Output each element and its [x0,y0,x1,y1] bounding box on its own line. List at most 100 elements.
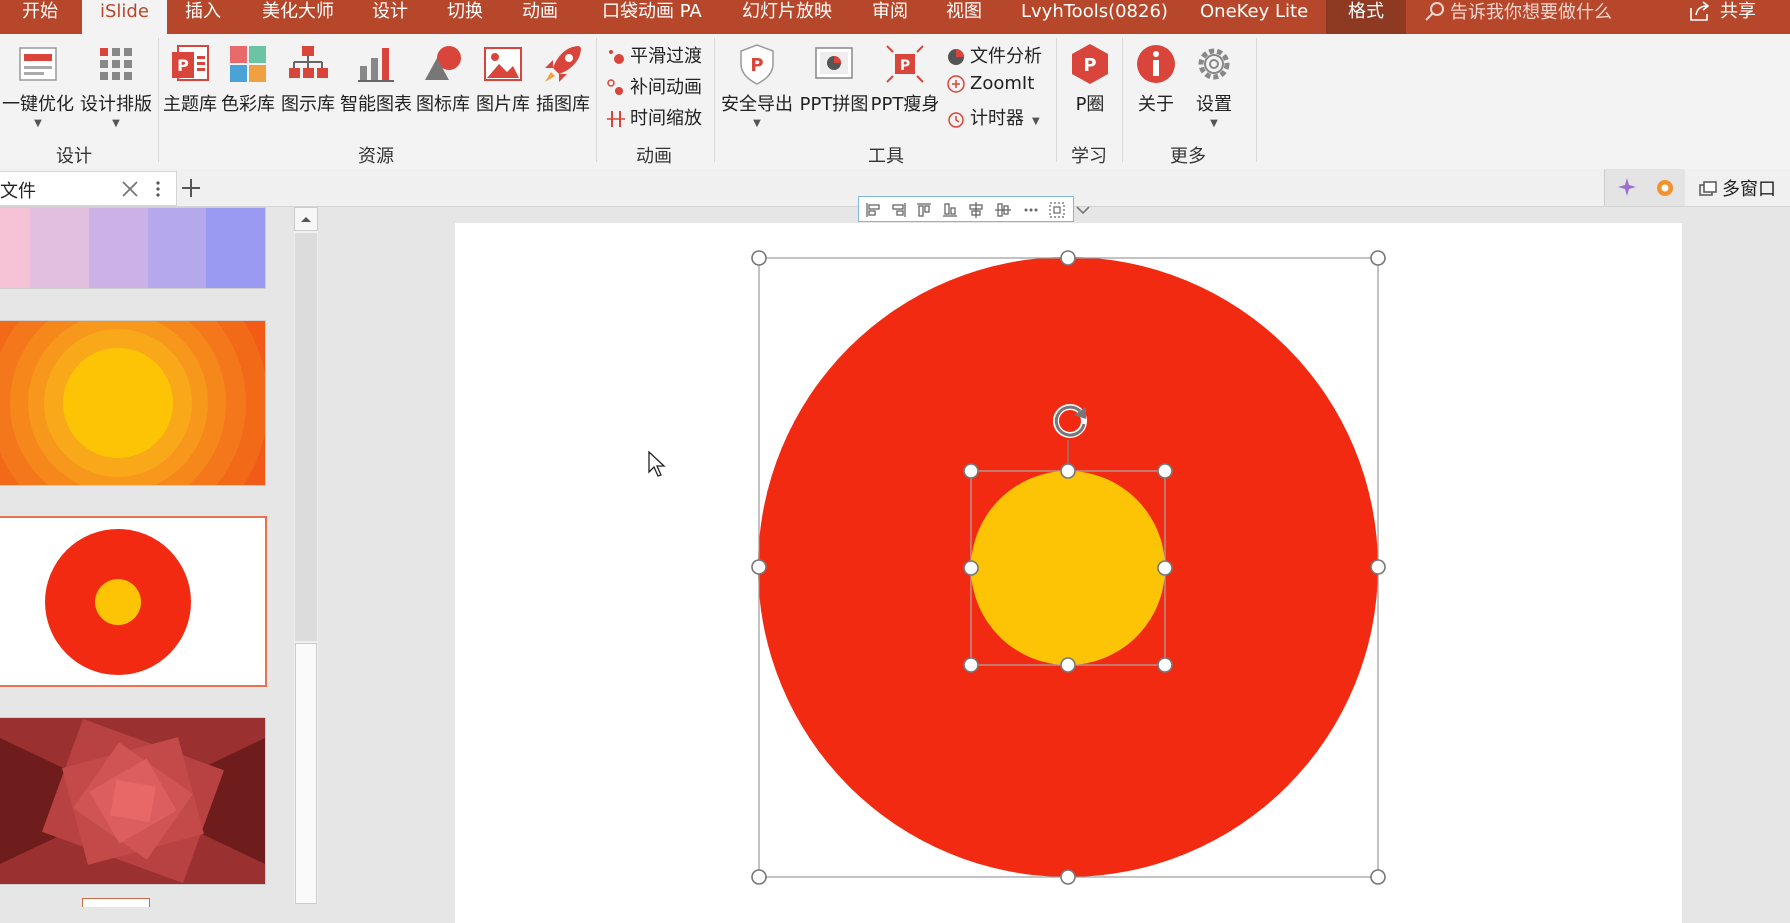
document-tab[interactable]: 文件 [0,171,177,206]
slide-number-tab [82,898,150,907]
ribbon-panel: 一键优化 ▼ 设计排版 ▼ 设计 P 主题库 色彩库 图示库 智能图表 图标库 … [0,34,1790,170]
theme-library-button[interactable]: P 主题库 [162,42,218,116]
slide-thumbnail-selected[interactable] [0,516,267,687]
multi-window-button[interactable]: 多窗口 [1698,175,1776,201]
align-icons [866,202,1065,218]
plus-icon[interactable] [180,177,202,199]
align-middle-icon[interactable] [995,203,1011,217]
addin-icons-group [1604,169,1685,206]
multi-window-label: 多窗口 [1722,179,1776,200]
tab-home[interactable]: 开始 [22,0,58,34]
gradient-stripes-thumbnail [0,208,265,288]
timer-button[interactable]: 计时器 ▼ [946,104,1040,130]
align-center-icon[interactable] [969,202,983,218]
smooth-transition-button[interactable]: 平滑过渡 [606,42,702,68]
p-circle-label: P圈 [1075,94,1105,115]
time-scale-label: 时间缩放 [630,108,702,129]
color-library-button[interactable]: 色彩库 [220,42,276,116]
zoomit-label: ZoomIt [970,73,1035,94]
tab-insert[interactable]: 插入 [185,0,221,34]
tween-animation-button[interactable]: 补间动画 [606,73,702,99]
ppt-slim-label: PPT瘦身 [870,94,940,115]
flower-icon[interactable] [1653,176,1677,200]
about-button[interactable]: 关于 [1128,42,1184,116]
shield-p-icon: P [740,44,774,85]
scroll-up-arrow[interactable] [294,207,318,231]
tab-transitions[interactable]: 切换 [447,0,483,34]
chevron-down-icon[interactable]: ▼ [76,118,156,129]
chevron-up-icon [301,217,311,222]
group-label-tools: 工具 [868,146,904,167]
about-label: 关于 [1138,94,1174,115]
sparkle-icon[interactable] [1615,176,1639,200]
p-circle-button[interactable]: P P圈 [1062,42,1118,116]
chevron-down-icon[interactable]: ▼ [0,118,76,129]
diagram-library-button[interactable]: 图示库 [278,42,338,116]
ppt-slim-button[interactable]: P PPT瘦身 [870,42,940,116]
theme-library-label: 主题库 [163,94,217,115]
slide-thumbnail[interactable] [0,717,266,885]
align-top-icon[interactable] [917,203,931,217]
scroll-track-upper[interactable] [295,233,317,641]
align-floating-toolbar [858,196,1074,222]
more-align-icon[interactable] [1024,208,1038,212]
scroll-thumb[interactable] [295,643,317,904]
illustration-library-button[interactable]: 插图库 [534,42,592,116]
chevron-down-icon[interactable]: ▼ [1186,118,1242,129]
picture-library-button[interactable]: 图片库 [474,42,532,116]
group-label-animation: 动画 [636,146,672,167]
tab-islide[interactable]: iSlide [82,0,167,34]
tab-meihua[interactable]: 美化大师 [262,0,334,34]
group-label-resources: 资源 [358,146,394,167]
chevron-down-icon[interactable]: ▼ [1032,116,1040,127]
concentric-orange-thumbnail [0,321,265,485]
icon-library-button[interactable]: 图标库 [414,42,472,116]
align-bottom-icon[interactable] [943,203,957,217]
chevron-down-icon[interactable]: ▼ [718,118,796,129]
diagram-library-label: 图示库 [281,94,335,115]
tab-design[interactable]: 设计 [372,0,408,34]
tab-lvyhtools[interactable]: LvyhTools(0826) [1021,0,1168,34]
time-scale-button[interactable]: 时间缩放 [606,104,702,130]
file-analysis-button[interactable]: 文件分析 [946,42,1042,68]
toolbar-collapse-icon[interactable] [1074,204,1092,216]
svg-text:P: P [177,56,189,75]
slide-canvas[interactable] [455,223,1682,923]
red-yellow-circle-thumbnail [45,529,191,675]
icon-library-label: 图标库 [416,94,470,115]
more-icon[interactable] [154,180,162,198]
info-icon [1137,45,1175,83]
share-button[interactable]: 共享 [1688,0,1756,34]
tab-view[interactable]: 视图 [946,0,982,34]
gear-icon [1198,48,1230,80]
tab-animations[interactable]: 动画 [522,0,558,34]
smooth-transition-icon [609,50,624,64]
group-label-learn: 学习 [1071,146,1107,167]
ppt-stitch-button[interactable]: PPT拼图 [798,42,870,116]
align-right-icon[interactable] [892,203,906,217]
zoomit-button[interactable]: ZoomIt [946,73,1034,94]
settings-button[interactable]: 设置 ▼ [1186,42,1242,129]
group-divider [1256,38,1257,162]
align-left-icon[interactable] [866,203,880,217]
tell-me-search[interactable]: 告诉我你想要做什么 [1424,0,1612,34]
svg-text:P: P [750,55,763,76]
smart-chart-button[interactable]: 智能图表 [340,42,412,116]
tell-me-text: 告诉我你想要做什么 [1450,2,1612,23]
slide-thumbnail[interactable] [0,207,266,289]
tab-format[interactable]: 格式 [1326,0,1406,34]
close-icon[interactable] [121,180,139,198]
tab-slideshow[interactable]: 幻灯片放映 [742,0,832,34]
safe-export-button[interactable]: P 安全导出 ▼ [718,42,796,129]
tab-onekey[interactable]: OneKey Lite [1200,0,1308,34]
tab-review[interactable]: 审阅 [872,0,908,34]
design-layout-button[interactable]: 设计排版 ▼ [76,42,156,129]
thumbnail-scrollbar[interactable] [294,207,318,904]
tween-animation-icon [607,79,623,95]
distribute-icon[interactable] [1049,202,1065,218]
pie-icon [948,49,964,65]
slide-thumbnail[interactable] [0,320,266,486]
color-palette-icon [230,46,266,82]
one-click-optimize-button[interactable]: 一键优化 ▼ [0,42,76,129]
tab-pocket-animation[interactable]: 口袋动画 PA [602,0,702,34]
